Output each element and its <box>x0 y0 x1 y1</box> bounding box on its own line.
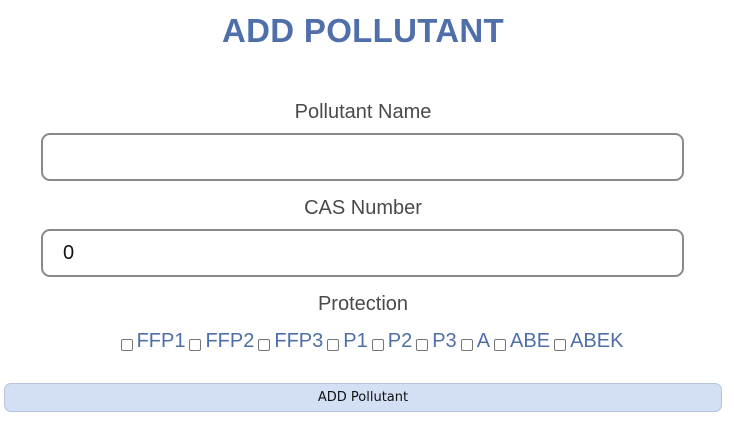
cas-number-input[interactable] <box>41 229 684 277</box>
protection-checkbox[interactable] <box>327 338 340 351</box>
protection-checkbox[interactable] <box>258 338 271 351</box>
protection-option[interactable]: ABEK <box>550 330 623 353</box>
add-pollutant-button[interactable]: ADD Pollutant <box>4 383 722 412</box>
protection-option-label: P2 <box>387 330 413 352</box>
protection-option[interactable]: P1 <box>323 330 368 353</box>
protection-option-label: FFP1 <box>136 330 186 352</box>
protection-option[interactable]: FFP1 <box>117 330 186 353</box>
protection-checkbox[interactable] <box>371 338 384 351</box>
add-pollutant-page: ADD POLLUTANT Pollutant Name CAS Number … <box>0 0 734 432</box>
protection-label: Protection <box>317 293 409 315</box>
pollutant-name-input[interactable] <box>41 133 684 181</box>
protection-option-label: ABE <box>510 330 551 352</box>
protection-option[interactable]: P3 <box>412 330 457 353</box>
protection-checkbox[interactable] <box>120 338 133 351</box>
protection-checkbox[interactable] <box>460 338 473 351</box>
protection-checkbox[interactable] <box>416 338 429 351</box>
protection-option-label: P3 <box>432 330 457 352</box>
protection-option-label: FFP3 <box>274 330 324 352</box>
protection-option[interactable]: A <box>457 330 490 353</box>
pollutant-name-label: Pollutant Name <box>294 101 432 123</box>
protection-option-label: P1 <box>343 330 368 352</box>
protection-checkbox-group: FFP1 FFP2 FFP3 P1 P2 P3 A ABE ABEK <box>0 330 734 353</box>
protection-option[interactable]: P2 <box>368 330 412 353</box>
protection-checkbox[interactable] <box>494 338 507 351</box>
protection-checkbox[interactable] <box>189 338 202 351</box>
protection-option-label: FFP2 <box>205 330 255 352</box>
protection-option-label: A <box>476 330 491 352</box>
protection-option[interactable]: FFP2 <box>185 330 254 353</box>
protection-option[interactable]: FFP3 <box>254 330 323 353</box>
protection-option[interactable]: ABE <box>490 330 550 353</box>
cas-number-label: CAS Number <box>304 197 422 219</box>
protection-option-label: ABEK <box>570 330 624 352</box>
protection-checkbox[interactable] <box>554 338 567 351</box>
page-title: ADD POLLUTANT <box>222 12 504 49</box>
